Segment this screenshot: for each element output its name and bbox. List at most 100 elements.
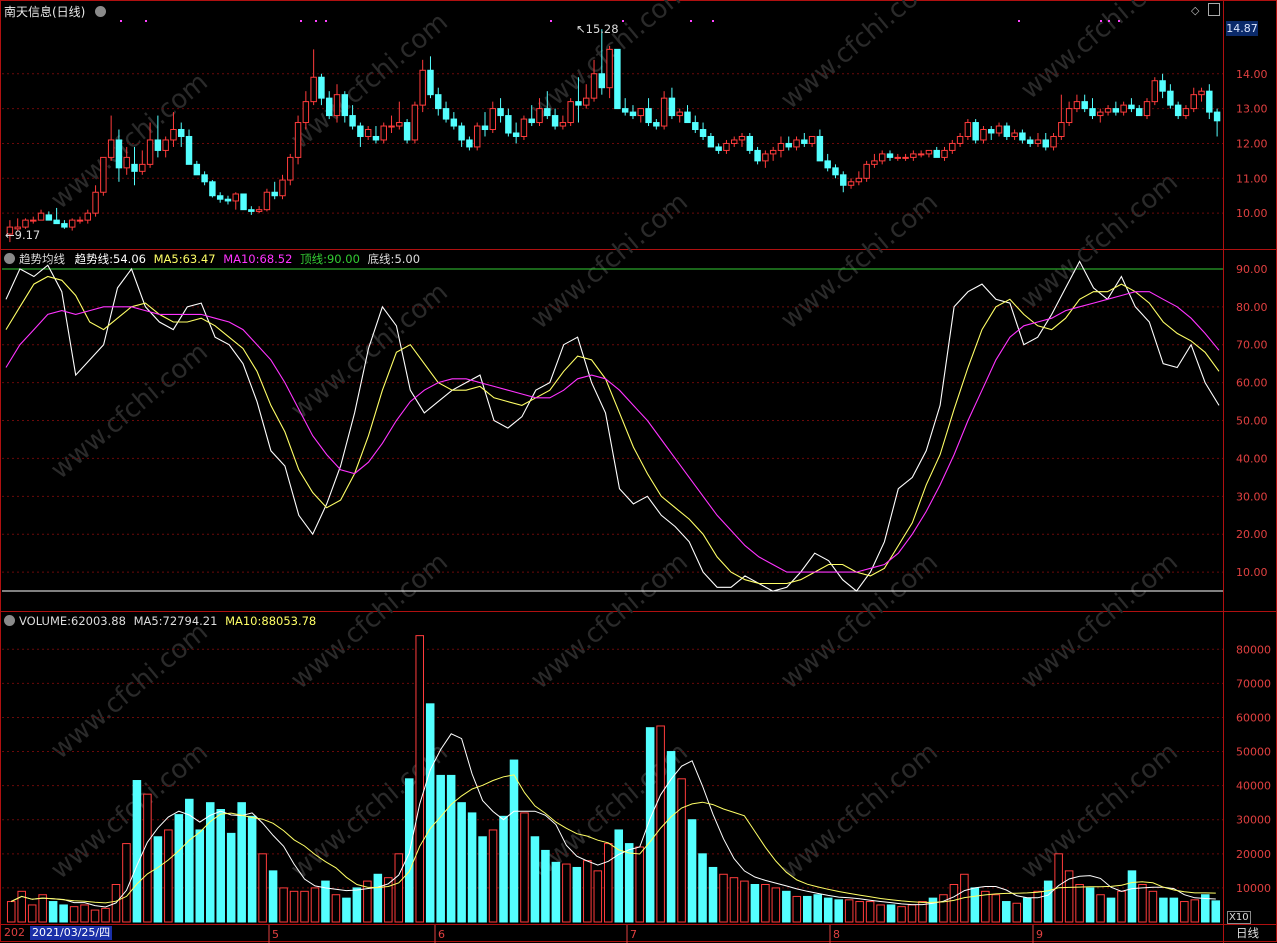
ma10-value: 68.52 — [259, 252, 293, 266]
volume-bar — [687, 819, 697, 923]
volume-bar — [467, 812, 477, 923]
candle-body — [61, 223, 68, 228]
candle-body — [146, 139, 154, 165]
candle-body — [1034, 139, 1042, 144]
watermark-text: www.cfchi.com — [45, 337, 214, 485]
candle-body — [1213, 111, 1221, 122]
candle-body — [660, 97, 668, 127]
candle-body — [1026, 139, 1034, 144]
high-price-marker: ↖15.28 — [576, 22, 619, 36]
trend-label: 趋势线: — [74, 252, 114, 266]
candle-body — [949, 142, 956, 151]
watermark-text: www.cfchi.com — [1015, 547, 1184, 695]
candle-body — [676, 111, 683, 117]
candle-body — [232, 193, 239, 202]
candle-body — [1112, 108, 1120, 113]
window-toggle-icon[interactable] — [1208, 3, 1220, 16]
volume-bar — [624, 843, 634, 923]
candle-body — [209, 181, 216, 197]
volume-tick-label: 70000 — [1236, 677, 1271, 690]
candle-body — [380, 125, 387, 141]
vol-ma10-label: MA10: — [225, 614, 262, 628]
settings-dot-icon[interactable] — [95, 6, 107, 17]
candle-body — [248, 209, 255, 212]
volume-bar — [80, 904, 89, 923]
indicator-tick-label: 20.00 — [1236, 528, 1268, 541]
volume-bar — [656, 725, 665, 923]
volume-header[interactable]: VOLUME:62003.88 MA5:72794.21 MA10:88053.… — [4, 614, 316, 628]
diamond-icon[interactable]: ◇ — [1191, 4, 1199, 17]
volume-bar — [289, 890, 299, 923]
candle-body — [178, 129, 185, 137]
candle-body — [551, 115, 559, 127]
candle-body — [886, 153, 894, 158]
candle-body — [403, 122, 411, 141]
volume-bar — [530, 836, 540, 923]
candle-body — [1104, 108, 1112, 113]
indicator-menu-icon[interactable] — [4, 253, 15, 264]
period-label[interactable]: 日线 — [1236, 926, 1259, 940]
volume-bar — [1043, 880, 1053, 923]
candle-body — [637, 108, 644, 117]
signal-dot-marker — [315, 20, 317, 22]
candle-body — [1135, 108, 1143, 117]
indicator-header[interactable]: 趋势均线 趋势线:54.06 MA5:63.47 MA10:68.52 顶线:9… — [4, 252, 420, 266]
volume-bar — [907, 904, 917, 923]
ma5-label: MA5: — [153, 252, 183, 266]
signal-dot-marker — [1018, 20, 1020, 22]
candle-body — [723, 142, 730, 151]
volume-bar — [708, 866, 718, 923]
volume-bar — [499, 815, 508, 923]
volume-bar — [593, 870, 603, 923]
candle-body — [878, 153, 886, 162]
ma10-label: MA10: — [223, 252, 260, 266]
candle-body — [988, 129, 995, 134]
volume-bar — [59, 904, 68, 923]
candle-body — [419, 69, 426, 106]
signal-dot-marker — [1108, 20, 1110, 22]
candle-body — [777, 142, 785, 151]
vol-ma5-label: MA5: — [133, 614, 163, 628]
top-line-value: 90.00 — [326, 252, 360, 266]
volume-bar — [572, 866, 582, 923]
volume-bar — [677, 778, 686, 923]
candle-body — [45, 214, 53, 221]
signal-dot-marker — [120, 20, 122, 22]
candle-body — [1167, 90, 1174, 106]
candle-body — [1019, 132, 1026, 141]
candle-body — [754, 149, 761, 162]
candle-body — [1143, 101, 1151, 117]
candle-body — [840, 174, 847, 186]
indicator-tick-label: 30.00 — [1236, 490, 1268, 503]
volume-bar — [488, 829, 498, 923]
signal-dot-marker — [1118, 20, 1120, 22]
volume-bar — [48, 901, 58, 923]
stock-title[interactable]: 南天信息(日线) — [4, 3, 110, 20]
volume-bar — [457, 802, 466, 923]
candle-body — [1065, 108, 1073, 124]
volume-bar — [6, 901, 16, 923]
candle-body — [536, 108, 543, 124]
volume-tick-label: 30000 — [1236, 814, 1271, 827]
candle-body — [629, 111, 637, 117]
current-price-tag: 14.87 — [1226, 21, 1258, 36]
watermark-text: www.cfchi.com — [525, 187, 694, 335]
volume-menu-icon[interactable] — [4, 615, 15, 626]
volume-bar — [1002, 901, 1011, 923]
candle-body — [590, 73, 598, 99]
watermark-text: www.cfchi.com — [775, 187, 944, 335]
volume-bar — [1211, 900, 1221, 923]
month-label: 9 — [1036, 928, 1043, 941]
volume-name: VOLUME: — [19, 614, 72, 628]
volume-bar — [844, 899, 854, 923]
volume-bar — [258, 853, 267, 923]
vol-ma10-value: 88053.78 — [261, 614, 317, 628]
volume-tick-label: 40000 — [1236, 780, 1271, 793]
candle-body — [871, 160, 878, 165]
candle-body — [614, 48, 621, 110]
month-label: 7 — [630, 928, 637, 941]
candle-body — [855, 177, 863, 183]
candle-body — [372, 135, 380, 141]
volume-bar — [949, 884, 959, 923]
candle-body — [621, 108, 629, 113]
